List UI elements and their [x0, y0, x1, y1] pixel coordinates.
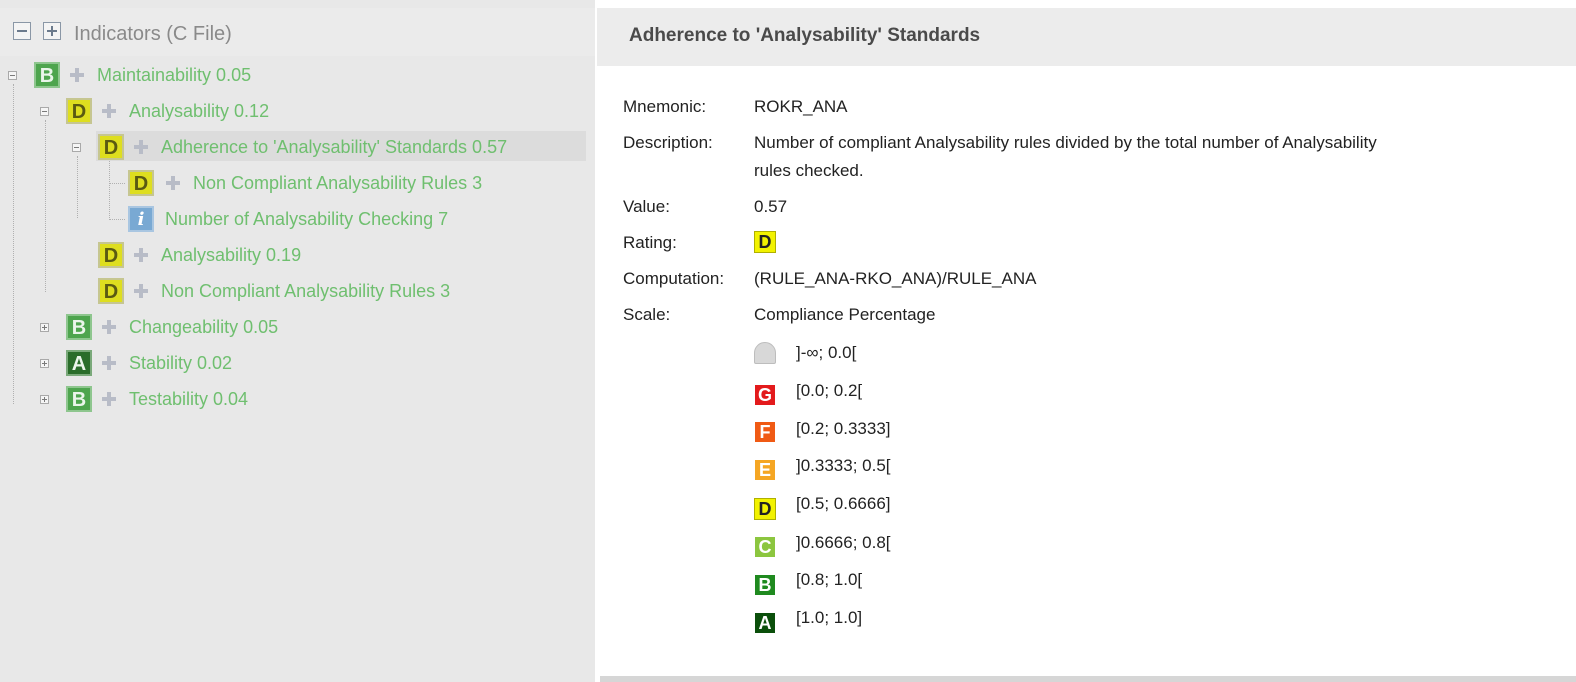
- plus-icon[interactable]: [102, 104, 116, 118]
- value-label: Value:: [623, 197, 670, 216]
- tree-node-changeability[interactable]: B Changeability 0.05: [0, 312, 595, 342]
- ghost-icon: [754, 342, 776, 364]
- scale-range: [0.2; 0.3333]: [796, 419, 891, 438]
- computation-value: (RULE_ANA-RKO_ANA)/RULE_ANA: [754, 269, 1037, 288]
- plus-icon[interactable]: [102, 356, 116, 370]
- rating-badge: D: [98, 278, 124, 304]
- scale-value: Compliance Percentage: [754, 305, 936, 324]
- expand-toggle[interactable]: [40, 395, 49, 404]
- indicators-tree-panel: Indicators (C File) B Maintainability 0.…: [0, 0, 595, 682]
- rating-g-badge: G: [754, 384, 776, 406]
- node-label: Adherence to 'Analysability' Standards 0…: [161, 137, 508, 157]
- node-label: Maintainability 0.05: [97, 65, 252, 85]
- node-label: Stability 0.02: [129, 353, 233, 373]
- computation-label: Computation:: [623, 269, 725, 288]
- tree-node-non-compliant-rules[interactable]: D Non Compliant Analysability Rules 3: [0, 168, 595, 198]
- expand-all-button[interactable]: [43, 22, 61, 40]
- rating-a-badge: A: [754, 612, 776, 634]
- mnemonic-value: ROKR_ANA: [754, 97, 848, 116]
- rating-badge: B: [66, 314, 92, 340]
- collapse-toggle[interactable]: [40, 107, 49, 116]
- collapse-all-button[interactable]: [13, 22, 31, 40]
- description-value-line2: rules checked.: [754, 161, 864, 180]
- node-label: Analysability 0.19: [161, 245, 302, 265]
- scale-label: Scale:: [623, 305, 671, 324]
- description-value-line1: Number of compliant Analysability rules …: [754, 133, 1377, 152]
- collapse-toggle[interactable]: [8, 71, 17, 80]
- plus-icon[interactable]: [102, 320, 116, 334]
- rating-badge: D: [98, 134, 124, 160]
- rating-f-badge: F: [754, 421, 776, 443]
- tree-node-analysability-checking[interactable]: i Number of Analysability Checking 7: [0, 204, 595, 234]
- rating-badge: A: [66, 350, 92, 376]
- rating-badge: D: [128, 170, 154, 196]
- tree-node-non-compliant-rules[interactable]: D Non Compliant Analysability Rules 3: [0, 276, 595, 306]
- tree-node-analysability[interactable]: D Analysability 0.12: [0, 96, 595, 126]
- tree-node-maintainability[interactable]: B Maintainability 0.05: [0, 60, 595, 90]
- node-label: Non Compliant Analysability Rules 3: [161, 281, 451, 301]
- rating-value-badge: D: [754, 231, 776, 253]
- rating-badge: D: [66, 98, 92, 124]
- rating-b-badge: B: [754, 574, 776, 596]
- scale-range: ]-∞; 0.0[: [796, 343, 857, 362]
- description-label: Description:: [623, 133, 713, 152]
- scale-range: [1.0; 1.0]: [796, 608, 863, 627]
- mnemonic-label: Mnemonic:: [623, 97, 707, 116]
- tree-node-analysability-sub[interactable]: D Analysability 0.19: [0, 240, 595, 270]
- rating-badge: B: [66, 386, 92, 412]
- plus-icon[interactable]: [166, 176, 180, 190]
- tree-node-adherence[interactable]: D Adherence to 'Analysability' Standards…: [0, 132, 595, 162]
- expand-toggle[interactable]: [40, 323, 49, 332]
- expand-toggle[interactable]: [40, 359, 49, 368]
- plus-icon[interactable]: [102, 392, 116, 406]
- detail-title: Adherence to 'Analysability' Standards: [629, 25, 981, 46]
- scale-range: [0.8; 1.0[: [796, 570, 863, 589]
- plus-icon[interactable]: [134, 284, 148, 298]
- node-label: Non Compliant Analysability Rules 3: [193, 173, 483, 193]
- scale-range: ]0.6666; 0.8[: [796, 533, 891, 552]
- rating-e-badge: E: [754, 459, 776, 481]
- bottom-scrollbar[interactable]: [600, 676, 1576, 682]
- tree-title: Indicators (C File): [74, 23, 232, 45]
- rating-d-badge: D: [754, 498, 776, 520]
- scale-range: [0.0; 0.2[: [796, 381, 863, 400]
- scale-range: [0.5; 0.6666]: [796, 494, 891, 513]
- info-icon: i: [128, 206, 154, 232]
- rating-label: Rating:: [623, 233, 677, 252]
- plus-icon[interactable]: [70, 68, 84, 82]
- rating-c-badge: C: [754, 536, 776, 558]
- value-value: 0.57: [754, 197, 788, 216]
- plus-icon[interactable]: [134, 140, 148, 154]
- scale-range: ]0.3333; 0.5[: [796, 456, 891, 475]
- node-label: Number of Analysability Checking 7: [165, 209, 449, 229]
- collapse-toggle[interactable]: [72, 143, 81, 152]
- plus-icon[interactable]: [134, 248, 148, 262]
- tree-node-stability[interactable]: A Stability 0.02: [0, 348, 595, 378]
- tree-node-testability[interactable]: B Testability 0.04: [0, 384, 595, 414]
- rating-badge: D: [98, 242, 124, 268]
- node-label: Changeability 0.05: [129, 317, 279, 337]
- node-label: Testability 0.04: [129, 389, 249, 409]
- rating-badge: B: [34, 62, 60, 88]
- node-label: Analysability 0.12: [129, 101, 270, 121]
